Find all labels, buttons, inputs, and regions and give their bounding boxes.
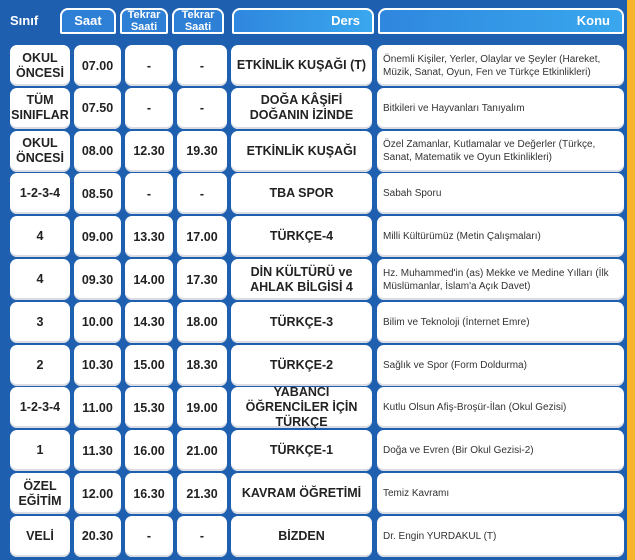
course-cell: TÜRKÇE-3 (231, 301, 372, 343)
class-cell: 1-2-3-4 (10, 173, 70, 215)
time-cell: 07.00 (74, 45, 121, 86)
repeat-time-1-cell: - (125, 45, 173, 86)
time-cell: 09.00 (74, 216, 121, 258)
course-cell: DOĞA KÂŞİFİ DOĞANIN İZİNDE (231, 87, 372, 129)
table-row: 2 10.30 15.00 18.30 TÜRKÇE-2 Sağlık ve Spor (… (0, 344, 635, 386)
table-row: 1-2-3-4 08.50- - TBA SPOR Sabah Sporu (0, 173, 635, 215)
class-cell: 3 (10, 301, 70, 343)
repeat-time-2-cell: 18.00 (177, 301, 227, 343)
repeat-time-2-cell: 21.30 (177, 473, 227, 514)
header-sinif: Sınıf (10, 13, 39, 28)
course-cell: ETKİNLİK KUŞAĞI (T) (231, 45, 372, 86)
table-row: OKUL ÖNCESİ 08.00 12.30 19.30 ETKİNLİK KUŞAĞ… (0, 130, 635, 172)
table-row: 3 10.00 14.30 18.00 TÜRKÇE-3 Bilim ve Teknolo… (0, 301, 635, 343)
topic-cell: Hz. Muhammed'in (as) Mekke ve Medine Yıl… (377, 259, 624, 300)
table-row: VELİ 20.30- - BİZDEN Dr. Engin YURDAKUL (T) (0, 515, 635, 557)
repeat-time-1-cell: - (125, 87, 173, 129)
time-cell: 07.50 (74, 87, 121, 129)
repeat-time-2-cell: 21.00 (177, 430, 227, 472)
topic-cell: Sabah Sporu (377, 173, 624, 215)
table-row: 4 09.00 13.30 17.00 TÜRKÇE-4 Milli Kültürümüz… (0, 216, 635, 258)
topic-cell: Özel Zamanlar, Kutlamalar ve Değerler (T… (377, 130, 624, 172)
time-cell: 11.00 (74, 387, 121, 429)
repeat-time-1-cell: - (125, 515, 173, 557)
topic-cell: Temiz Kavramı (377, 473, 624, 514)
topic-cell: Kutlu Olsun Afiş-Broşür-İlan (Okul Gezis… (377, 387, 624, 429)
course-cell: TÜRKÇE-4 (231, 216, 372, 258)
header-saat: Saat (60, 8, 116, 34)
topic-cell: Önemli Kişiler, Yerler, Olaylar ve Şeyle… (377, 45, 624, 86)
topic-cell: Bitkileri ve Hayvanları Tanıyalım (377, 87, 624, 129)
topic-cell: Milli Kültürümüz (Metin Çalışmaları) (377, 216, 624, 258)
repeat-time-2-cell: 19.30 (177, 130, 227, 172)
header-konu: Konu (378, 8, 624, 34)
time-cell: 20.30 (74, 515, 121, 557)
class-cell: VELİ (10, 515, 70, 557)
topic-cell: Doğa ve Evren (Bir Okul Gezisi-2) (377, 430, 624, 472)
topic-cell: Dr. Engin YURDAKUL (T) (377, 515, 624, 557)
course-cell: ETKİNLİK KUŞAĞI (231, 130, 372, 172)
repeat-time-1-cell: 16.30 (125, 473, 173, 514)
repeat-time-2-cell: 19.00 (177, 387, 227, 429)
course-cell: TÜRKÇE-2 (231, 344, 372, 386)
class-cell: 2 (10, 344, 70, 386)
time-cell: 12.00 (74, 473, 121, 514)
table-row: OKUL ÖNCESİ 07.00- - ETKİNLİK KUŞAĞI (T) Öne… (0, 45, 635, 86)
header-tekrar-2: Tekrar Saati (172, 8, 224, 34)
course-cell: BİZDEN (231, 515, 372, 557)
repeat-time-1-cell: - (125, 173, 173, 215)
repeat-time-2-cell: - (177, 87, 227, 129)
table-row: 4 09.30 14.00 17.30 DİN KÜLTÜRÜ ve AHLAK BİL… (0, 259, 635, 300)
repeat-time-1-cell: 15.00 (125, 344, 173, 386)
time-cell: 08.00 (74, 130, 121, 172)
repeat-time-1-cell: 16.00 (125, 430, 173, 472)
class-cell: OKUL ÖNCESİ (10, 45, 70, 86)
table-row: 1-2-3-4 11.00 15.30 19.00 YABANCI ÖĞRENCİLER… (0, 385, 635, 429)
time-cell: 11.30 (74, 430, 121, 472)
table-row: TÜM SINIFLAR 07.50- - DOĞA KÂŞİFİ DOĞANIN İ… (0, 87, 635, 129)
class-cell: 4 (10, 216, 70, 258)
topic-cell: Bilim ve Teknoloji (İnternet Emre) (377, 301, 624, 343)
class-cell: 1 (10, 430, 70, 472)
repeat-time-2-cell: - (177, 173, 227, 215)
repeat-time-1-cell: 14.00 (125, 259, 173, 300)
repeat-time-2-cell: 18.30 (177, 344, 227, 386)
class-cell: ÖZEL EĞİTİM (10, 473, 70, 514)
course-cell: DİN KÜLTÜRÜ ve AHLAK BİLGİSİ 4 (231, 259, 372, 300)
repeat-time-1-cell: 13.30 (125, 216, 173, 258)
repeat-time-2-cell: 17.30 (177, 259, 227, 300)
time-cell: 09.30 (74, 259, 121, 300)
class-cell: 1-2-3-4 (10, 387, 70, 429)
repeat-time-2-cell: 17.00 (177, 216, 227, 258)
topic-cell: Sağlık ve Spor (Form Doldurma) (377, 344, 624, 386)
course-cell: TÜRKÇE-1 (231, 430, 372, 472)
time-cell: 08.50 (74, 173, 121, 215)
repeat-time-2-cell: - (177, 45, 227, 86)
repeat-time-1-cell: 14.30 (125, 301, 173, 343)
time-cell: 10.00 (74, 301, 121, 343)
class-cell: 4 (10, 259, 70, 300)
repeat-time-2-cell: - (177, 515, 227, 557)
course-cell: TBA SPOR (231, 173, 372, 215)
course-cell: KAVRAM ÖĞRETİMİ (231, 473, 372, 514)
repeat-time-1-cell: 15.30 (125, 387, 173, 429)
time-cell: 10.30 (74, 344, 121, 386)
class-cell: OKUL ÖNCESİ (10, 130, 70, 172)
class-cell: TÜM SINIFLAR (10, 87, 70, 129)
repeat-time-1-cell: 12.30 (125, 130, 173, 172)
course-cell: YABANCI ÖĞRENCİLER İÇİN TÜRKÇE (231, 385, 372, 429)
table-row: ÖZEL EĞİTİM 12.00 16.30 21.30 KAVRAM ÖĞRETİM… (0, 473, 635, 514)
header-tekrar-1: Tekrar Saati (120, 8, 168, 34)
header-ders: Ders (232, 8, 374, 34)
table-row: 1 11.30 16.00 21.00 TÜRKÇE-1 Doğa ve Evren (B… (0, 430, 635, 472)
